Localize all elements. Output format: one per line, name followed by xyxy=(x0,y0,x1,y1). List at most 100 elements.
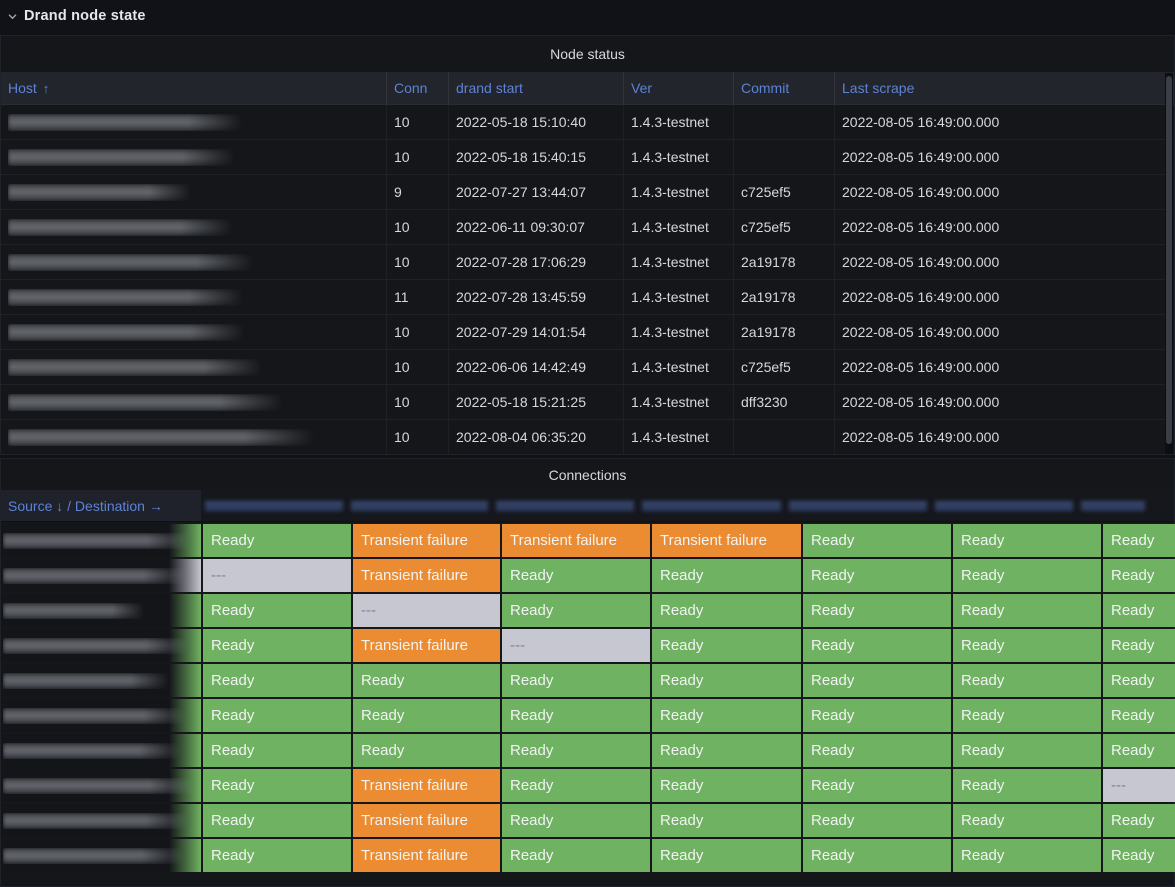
redacted-source-text xyxy=(3,603,146,619)
commit-cell xyxy=(734,140,835,174)
dashboard-row-toggle[interactable]: Drand node state xyxy=(0,0,1175,32)
connection-status-cell: Ready xyxy=(353,734,500,767)
column-header-source-destination[interactable]: Source ↓ / Destination → xyxy=(1,490,201,521)
column-header-last-scrape[interactable]: Last scrape xyxy=(835,72,1168,104)
connection-status-cell: Ready xyxy=(652,629,801,662)
last-scrape-cell: 2022-08-05 16:49:00.000 xyxy=(835,210,1168,244)
host-cell xyxy=(1,350,387,384)
connection-status-cell: Ready xyxy=(803,559,951,592)
connection-status-cell: Ready xyxy=(803,804,951,837)
host-cell xyxy=(1,245,387,279)
column-header-drand-start[interactable]: drand start xyxy=(449,72,624,104)
column-header-ver[interactable]: Ver xyxy=(624,72,734,104)
connection-status-cell: Ready xyxy=(953,629,1101,662)
connection-status-cell: Ready xyxy=(203,804,351,837)
connection-status-cell: Ready xyxy=(1103,524,1175,557)
source-cell xyxy=(1,524,201,557)
conn-cell: 10 xyxy=(387,210,449,244)
redacted-host-text xyxy=(8,149,237,166)
last-scrape-cell: 2022-08-05 16:49:00.000 xyxy=(835,175,1168,209)
column-header-commit[interactable]: Commit xyxy=(734,72,835,104)
redacted-source-text xyxy=(3,708,188,724)
last-scrape-cell: 2022-08-05 16:49:00.000 xyxy=(835,350,1168,384)
connection-status-cell: Ready xyxy=(652,559,801,592)
redacted-host-text xyxy=(8,429,318,446)
connection-status-cell: Ready xyxy=(203,839,351,872)
connection-status-cell: Ready xyxy=(652,664,801,697)
source-cell xyxy=(1,629,201,662)
redacted-source-text xyxy=(3,533,193,549)
scrollbar-thumb[interactable] xyxy=(1166,76,1172,444)
vertical-scrollbar xyxy=(1165,73,1173,454)
redacted-destination-headers xyxy=(201,490,1174,521)
connection-status-cell: Ready xyxy=(353,664,500,697)
commit-cell xyxy=(734,420,835,454)
dashboard-row-title: Drand node state xyxy=(24,8,146,24)
ver-cell: 1.4.3-testnet xyxy=(624,105,734,139)
redacted-host-text xyxy=(8,114,245,131)
host-cell xyxy=(1,210,387,244)
redacted-host-text xyxy=(8,359,265,376)
redacted-source-text xyxy=(3,673,171,689)
table-row: 102022-07-29 14:01:541.4.3-testnet2a1917… xyxy=(1,315,1174,350)
connection-status-cell: Ready xyxy=(1103,734,1175,767)
redacted-host-text xyxy=(8,289,246,306)
redacted-source-text xyxy=(3,778,196,794)
last-scrape-cell: 2022-08-05 16:49:00.000 xyxy=(835,385,1168,419)
table-row: 102022-05-18 15:10:401.4.3-testnet2022-0… xyxy=(1,105,1174,140)
column-header-host[interactable]: Host ↑ xyxy=(1,72,387,104)
connection-status-cell: Ready xyxy=(1103,804,1175,837)
connection-status-cell: Ready xyxy=(502,734,650,767)
node-status-table-body: 102022-05-18 15:10:401.4.3-testnet2022-0… xyxy=(1,105,1174,455)
host-cell xyxy=(1,385,387,419)
column-header-conn[interactable]: Conn xyxy=(387,72,449,104)
connection-status-cell: Ready xyxy=(502,699,650,732)
conn-cell: 10 xyxy=(387,245,449,279)
commit-cell: c725ef5 xyxy=(734,350,835,384)
connection-status-cell: Ready xyxy=(502,594,650,627)
connection-status-cell: Transient failure xyxy=(353,559,500,592)
ver-cell: 1.4.3-testnet xyxy=(624,350,734,384)
connection-status-cell: Transient failure xyxy=(353,769,500,802)
last-scrape-cell: 2022-08-05 16:49:00.000 xyxy=(835,245,1168,279)
connection-status-cell: Ready xyxy=(203,664,351,697)
redacted-destination-label xyxy=(789,500,927,512)
connection-status-cell: Ready xyxy=(953,839,1101,872)
panel-title[interactable]: Node status xyxy=(1,36,1174,72)
source-cell xyxy=(1,769,201,802)
ver-cell: 1.4.3-testnet xyxy=(624,385,734,419)
connection-status-cell: Ready xyxy=(652,734,801,767)
connections-matrix: ReadyTransient failureTransient failureT… xyxy=(1,522,1174,872)
connection-status-cell: Ready xyxy=(502,559,650,592)
ver-cell: 1.4.3-testnet xyxy=(624,315,734,349)
connection-status-cell: Ready xyxy=(1103,664,1175,697)
last-scrape-cell: 2022-08-05 16:49:00.000 xyxy=(835,140,1168,174)
commit-cell: 2a19178 xyxy=(734,245,835,279)
drand-start-cell: 2022-07-27 13:44:07 xyxy=(449,175,624,209)
connection-status-cell: Ready xyxy=(803,629,951,662)
drand-start-cell: 2022-07-28 13:45:59 xyxy=(449,280,624,314)
table-row: 102022-06-06 14:42:491.4.3-testnetc725ef… xyxy=(1,350,1174,385)
commit-cell: dff3230 xyxy=(734,385,835,419)
connection-status-cell: Ready xyxy=(652,804,801,837)
host-cell xyxy=(1,315,387,349)
source-cell xyxy=(1,664,201,697)
conn-cell: 10 xyxy=(387,315,449,349)
table-row: 102022-06-11 09:30:071.4.3-testnetc725ef… xyxy=(1,210,1174,245)
panel-title[interactable]: Connections xyxy=(1,459,1174,490)
redacted-source-text xyxy=(3,813,191,829)
connection-status-cell: Ready xyxy=(1103,629,1175,662)
redacted-host-text xyxy=(8,324,247,341)
connection-status-cell: Ready xyxy=(803,839,951,872)
drand-start-cell: 2022-05-18 15:10:40 xyxy=(449,105,624,139)
redacted-host-text xyxy=(8,254,256,271)
host-cell xyxy=(1,140,387,174)
ver-cell: 1.4.3-testnet xyxy=(624,175,734,209)
ver-cell: 1.4.3-testnet xyxy=(624,420,734,454)
conn-cell: 10 xyxy=(387,105,449,139)
conn-cell: 10 xyxy=(387,140,449,174)
connection-status-cell: Ready xyxy=(1103,699,1175,732)
connection-status-cell: Ready xyxy=(1103,594,1175,627)
connection-status-cell: Ready xyxy=(203,629,351,662)
connections-panel: Connections Source ↓ / Destination → Rea… xyxy=(0,458,1175,887)
